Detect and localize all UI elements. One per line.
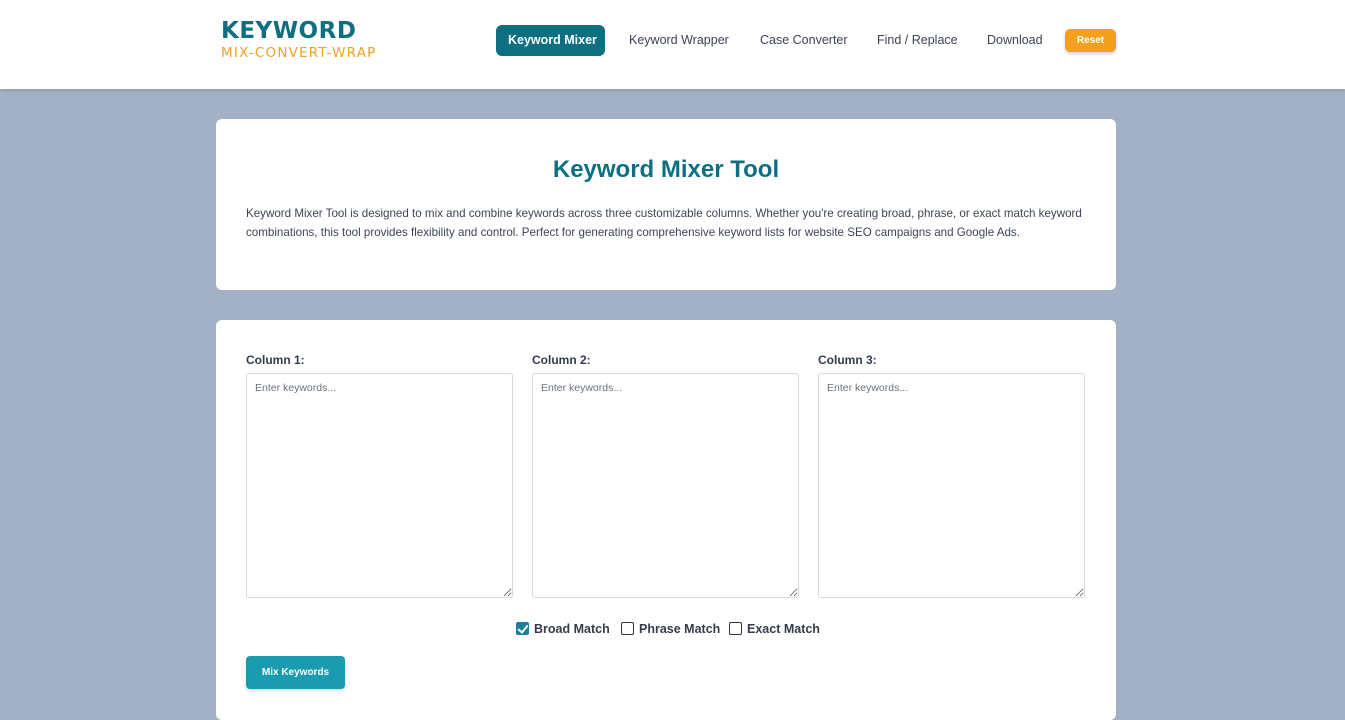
broad-match-option[interactable]: Broad Match <box>516 621 610 637</box>
nav-download[interactable]: Download <box>987 25 1043 56</box>
phrase-match-checkbox[interactable] <box>621 622 634 635</box>
exact-match-checkbox[interactable] <box>729 622 742 635</box>
logo-tagline: MIX-CONVERT-WRAP <box>221 45 377 61</box>
column-1-label: Column 1: <box>246 353 305 367</box>
nav-case-converter[interactable]: Case Converter <box>760 25 848 56</box>
column-1-input[interactable] <box>246 373 513 598</box>
broad-match-label: Broad Match <box>534 622 610 636</box>
mix-keywords-button[interactable]: Mix Keywords <box>246 656 345 689</box>
top-navbar: KEYWORD MIX-CONVERT-WRAP Keyword Mixer K… <box>0 0 1345 89</box>
intro-card: Keyword Mixer Tool Keyword Mixer Tool is… <box>216 119 1116 290</box>
nav-keyword-mixer[interactable]: Keyword Mixer <box>496 25 605 56</box>
exact-match-label: Exact Match <box>747 622 820 636</box>
mixer-tool-card: Column 1: Column 2: Column 3: Broad Matc… <box>216 320 1116 720</box>
column-3-label: Column 3: <box>818 353 877 367</box>
nav-find-replace[interactable]: Find / Replace <box>877 25 958 56</box>
nav-keyword-wrapper[interactable]: Keyword Wrapper <box>629 25 729 56</box>
reset-button[interactable]: Reset <box>1065 29 1116 52</box>
column-2-label: Column 2: <box>532 353 591 367</box>
broad-match-checkbox[interactable] <box>516 622 529 635</box>
exact-match-option[interactable]: Exact Match <box>729 621 820 637</box>
column-2-input[interactable] <box>532 373 799 598</box>
intro-description: Keyword Mixer Tool is designed to mix an… <box>246 207 1082 239</box>
phrase-match-label: Phrase Match <box>639 622 721 636</box>
site-logo[interactable]: KEYWORD MIX-CONVERT-WRAP <box>221 18 401 64</box>
logo-wordmark: KEYWORD <box>221 18 357 44</box>
column-3-input[interactable] <box>818 373 1085 598</box>
page-title: Keyword Mixer Tool <box>552 156 780 183</box>
phrase-match-option[interactable]: Phrase Match <box>621 621 720 637</box>
